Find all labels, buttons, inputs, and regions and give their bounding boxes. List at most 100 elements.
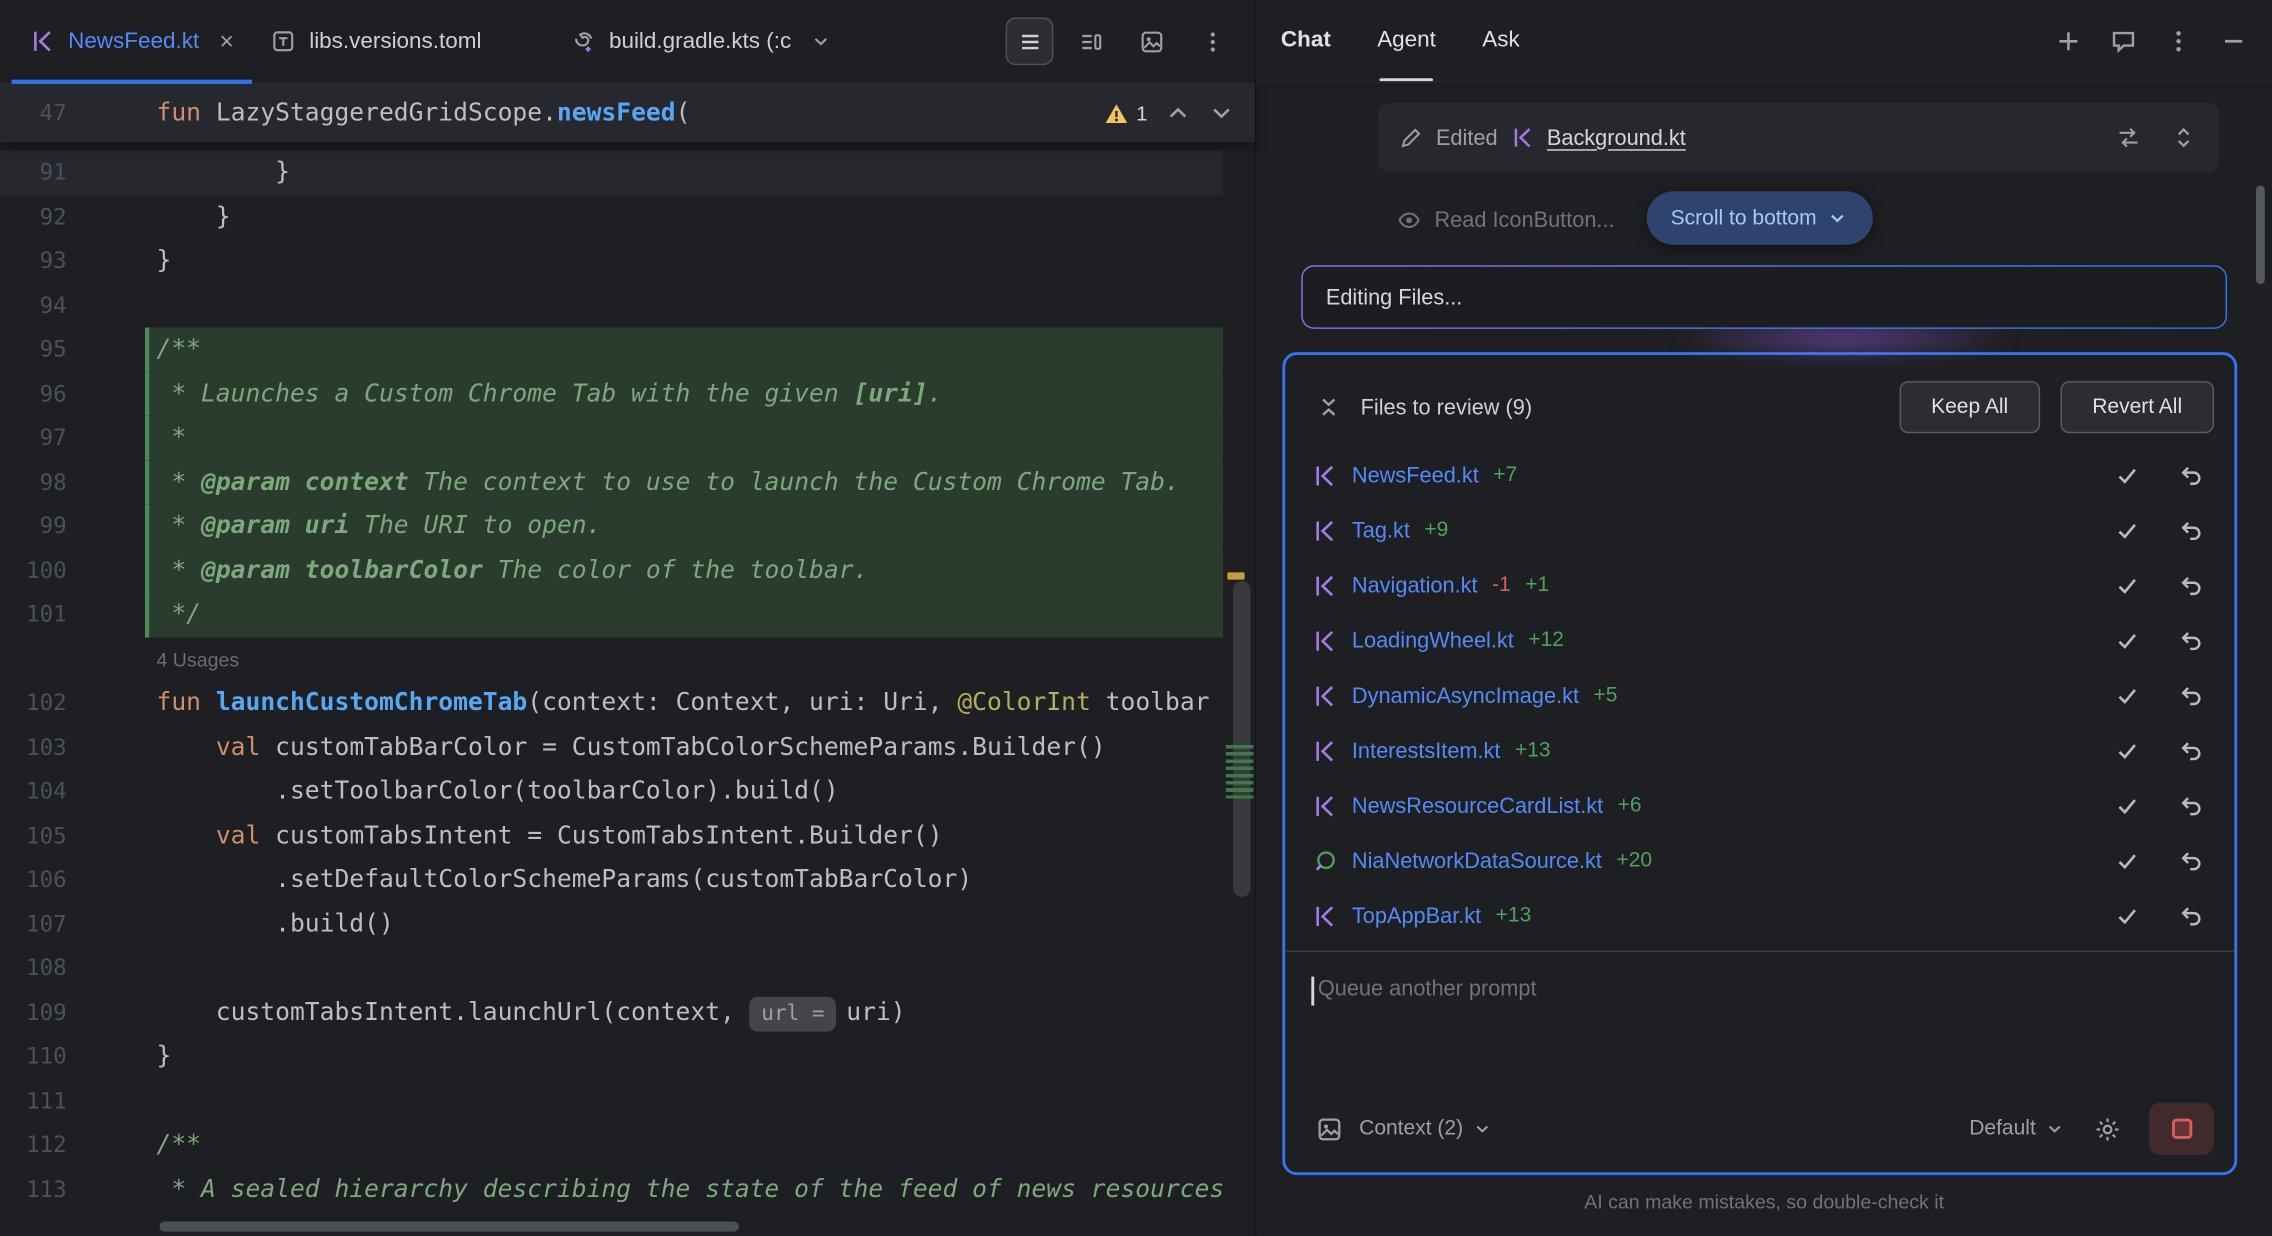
code-line[interactable]: 107 .build() [0, 902, 1223, 946]
code-line[interactable]: 100 * @param toolbarColor The color of t… [0, 548, 1223, 592]
code-line[interactable]: 102fun launchCustomChromeTab(context: Co… [0, 681, 1223, 725]
file-row[interactable]: LoadingWheel.kt+12 [1313, 613, 2214, 668]
revert-change-icon[interactable] [2176, 571, 2205, 600]
code-line[interactable]: 104 .setToolbarColor(toolbarColor).build… [0, 769, 1223, 813]
code-line[interactable]: 106 .setDefaultColorSchemeParams(customT… [0, 858, 1223, 902]
code-line[interactable]: 110} [0, 1035, 1223, 1079]
inlay-hint-chip[interactable]: url = [750, 996, 836, 1031]
file-row[interactable]: InterestsItem.kt+13 [1313, 723, 2214, 778]
code-line[interactable]: 103 val customTabBarColor = CustomTabCol… [0, 725, 1223, 769]
show-diff-icon[interactable] [2113, 122, 2145, 154]
file-row[interactable]: Navigation.kt-1+1 [1313, 558, 2214, 613]
stop-button[interactable] [2149, 1103, 2214, 1155]
accept-change-icon[interactable] [2113, 791, 2142, 820]
code-line[interactable]: 113 * A sealed hierarchy describing the … [0, 1167, 1223, 1211]
more-options-kebab-icon[interactable] [2162, 25, 2194, 57]
prompt-input[interactable]: Queue another prompt [1285, 952, 2234, 1094]
collapse-all-icon[interactable] [1313, 391, 1345, 423]
preview-image-icon[interactable] [1127, 17, 1175, 65]
accept-change-icon[interactable] [2113, 846, 2142, 875]
code-line[interactable]: 105 val customTabsIntent = CustomTabsInt… [0, 814, 1223, 858]
prev-problem-icon[interactable] [1165, 100, 1191, 126]
file-name-link[interactable]: TopAppBar.kt [1352, 903, 1481, 928]
revert-change-icon[interactable] [2176, 846, 2205, 875]
file-row[interactable]: Tag.kt+9 [1313, 503, 2214, 558]
code-line[interactable]: 93} [0, 239, 1223, 283]
file-name-link[interactable]: NewsResourceCardList.kt [1352, 793, 1603, 818]
code-line[interactable]: 111 [0, 1079, 1223, 1123]
file-name-link[interactable]: DynamicAsyncImage.kt [1352, 683, 1579, 708]
file-name-link[interactable]: Navigation.kt [1352, 573, 1478, 598]
revert-change-icon[interactable] [2176, 901, 2205, 930]
accept-change-icon[interactable] [2113, 571, 2142, 600]
expand-collapse-icon[interactable] [2168, 122, 2200, 154]
chat-history-icon[interactable] [2107, 25, 2139, 57]
tab-libs-versions-toml[interactable]: libs.versions.toml [253, 0, 501, 83]
warnings-indicator[interactable]: 1 [1104, 101, 1147, 126]
tab-build-gradle-kts[interactable]: build.gradle.kts (:c [552, 0, 850, 83]
tab-agent[interactable]: Agent [1377, 0, 1436, 81]
split-editor-icon[interactable] [1066, 17, 1114, 65]
file-name-link[interactable]: NiaNetworkDataSource.kt [1352, 848, 1602, 873]
revert-change-icon[interactable] [2176, 791, 2205, 820]
keep-all-button[interactable]: Keep All [1899, 381, 2040, 433]
file-name-link[interactable]: LoadingWheel.kt [1352, 628, 1514, 653]
editor-horizontal-scrollbar[interactable] [159, 1221, 739, 1231]
code-line[interactable]: 99 * @param uri The URI to open. [0, 504, 1223, 548]
scroll-to-bottom-button[interactable]: Scroll to bottom [1646, 191, 1873, 245]
revert-all-button[interactable]: Revert All [2060, 381, 2214, 433]
accept-change-icon[interactable] [2113, 626, 2142, 655]
file-row[interactable]: NewsFeed.kt+7 [1313, 448, 2214, 503]
file-name-link[interactable]: Tag.kt [1352, 518, 1410, 543]
revert-change-icon[interactable] [2176, 516, 2205, 545]
editor-options-kebab-icon[interactable] [1188, 17, 1236, 65]
file-name-link[interactable]: NewsFeed.kt [1352, 463, 1479, 488]
close-tab-icon[interactable]: × [219, 29, 233, 54]
editor-vertical-scrollbar[interactable] [1233, 581, 1250, 897]
code-line[interactable]: 109 customTabsIntent.launchUrl(context, … [0, 990, 1223, 1034]
code-line[interactable]: 98 * @param context The context to use t… [0, 460, 1223, 504]
file-row[interactable]: DynamicAsyncImage.kt+5 [1313, 668, 2214, 723]
revert-change-icon[interactable] [2176, 626, 2205, 655]
code-line[interactable]: 95/** [0, 327, 1223, 371]
chat-vertical-scrollbar[interactable] [2256, 185, 2265, 284]
edited-file-link[interactable]: Background.kt [1547, 125, 1686, 150]
attach-image-icon[interactable] [1313, 1113, 1345, 1145]
file-row[interactable]: NiaNetworkDataSource.kt+20 [1313, 833, 2214, 888]
code-line[interactable]: 108 [0, 946, 1223, 990]
usages-hint[interactable]: 4 Usages [156, 648, 239, 670]
code-line[interactable]: 91 } [0, 151, 1223, 195]
context-selector[interactable]: Context (2) [1359, 1117, 1492, 1140]
accept-change-icon[interactable] [2113, 901, 2142, 930]
hide-panel-icon[interactable] [2217, 25, 2249, 57]
accept-change-icon[interactable] [2113, 681, 2142, 710]
code-line[interactable]: 94 [0, 283, 1223, 327]
revert-change-icon[interactable] [2176, 461, 2205, 490]
revert-change-icon[interactable] [2176, 736, 2205, 765]
code-line[interactable]: 92 } [0, 195, 1223, 239]
tab-ask[interactable]: Ask [1482, 0, 1519, 81]
accept-change-icon[interactable] [2113, 461, 2142, 490]
code-editor[interactable]: 91 }92 }93}9495/**96 * Launches a Custom… [0, 143, 1255, 1236]
revert-change-icon[interactable] [2176, 681, 2205, 710]
code-line[interactable]: 96 * Launches a Custom Chrome Tab with t… [0, 372, 1223, 416]
code-line[interactable]: 97 * [0, 416, 1223, 460]
code-line[interactable]: 4 Usages [0, 637, 1223, 681]
model-selector[interactable]: Default [1969, 1117, 2065, 1140]
tab-newsfeed-kt[interactable]: NewsFeed.kt × [12, 0, 253, 83]
accept-change-icon[interactable] [2113, 516, 2142, 545]
file-name-link[interactable]: InterestsItem.kt [1352, 738, 1501, 763]
editor-list-view-icon[interactable] [1006, 17, 1054, 65]
next-problem-icon[interactable] [1208, 100, 1234, 126]
settings-gear-icon[interactable] [2091, 1113, 2123, 1145]
edited-file-card[interactable]: Edited Background.kt [1378, 103, 2220, 173]
chevron-down-icon[interactable] [810, 30, 832, 52]
code-line[interactable]: 112/** [0, 1123, 1223, 1167]
new-chat-icon[interactable] [2052, 25, 2084, 57]
file-row[interactable]: NewsResourceCardList.kt+6 [1313, 778, 2214, 833]
accept-change-icon[interactable] [2113, 736, 2142, 765]
code-line[interactable]: 101 */ [0, 593, 1223, 637]
file-row[interactable]: TopAppBar.kt+13 [1313, 888, 2214, 943]
sticky-code-line[interactable]: 47 fun LazyStaggeredGridScope.newsFeed( … [0, 84, 1255, 143]
read-file-step[interactable]: Read IconButton... [1397, 208, 1615, 233]
